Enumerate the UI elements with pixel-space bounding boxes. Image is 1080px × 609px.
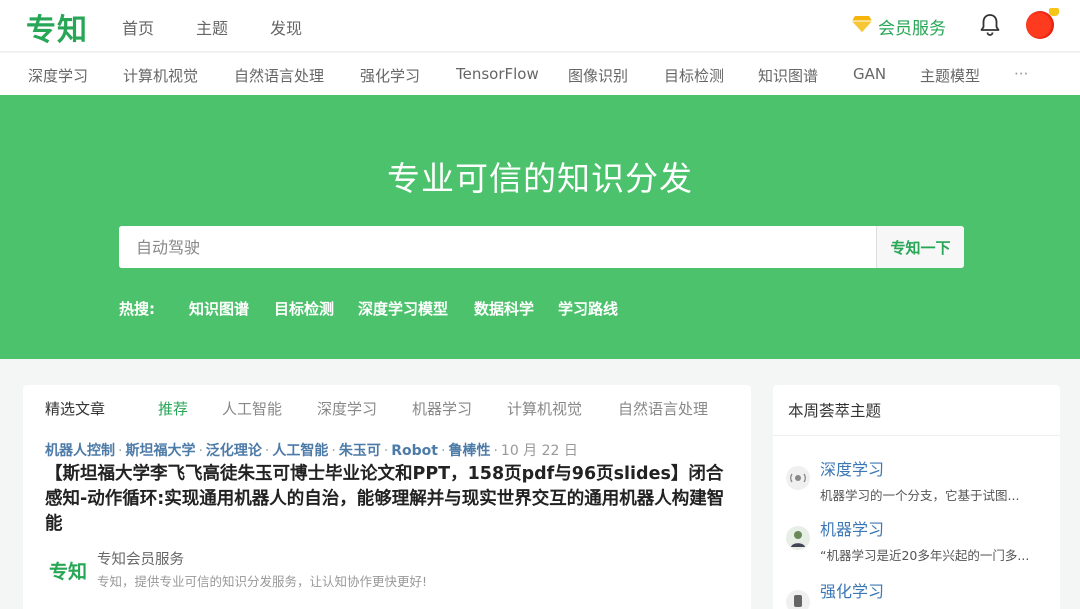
article-tag[interactable]: 泛化理论 (206, 443, 262, 459)
article-tag[interactable]: 朱玉可 (339, 443, 381, 459)
search-button[interactable]: 专知一下 (876, 226, 964, 268)
article-tag[interactable]: 人工智能 (272, 443, 328, 459)
vip-service-label: 会员服务 (878, 19, 946, 39)
topic-ml-icon (786, 526, 810, 550)
tag-separator: · (331, 443, 336, 459)
hero-banner: 专业可信的知识分发 专知一下 热搜: 知识图谱 目标检测 深度学习模型 数据科学… (0, 95, 1080, 359)
article-tag[interactable]: 鲁棒性 (448, 443, 490, 459)
tag-separator: · (118, 443, 123, 459)
nav-home[interactable]: 首页 (122, 15, 154, 39)
promo-logo: 专知 (49, 561, 88, 583)
top-header: 专知 首页 主题 发现 会员服务 (0, 0, 1080, 52)
tag-separator: · (493, 443, 498, 459)
side-topic-item[interactable]: 机器学习 “机器学习是近20多年兴起的一门多... (773, 513, 1060, 567)
side-topic-name: 深度学习 (820, 460, 885, 479)
hot-search-item[interactable]: 学习路线 (558, 298, 618, 319)
topic-item[interactable]: GAN (853, 65, 886, 83)
side-panel-header: 本周荟萃主题 (773, 385, 1060, 436)
hot-search-label: 热搜: (119, 300, 155, 318)
side-topic-desc: 机器学习的一个分支，它基于试图... (820, 488, 1020, 503)
promo-description: 专知，提供专业可信的知识分发服务，让认知协作更快更好! (97, 574, 428, 589)
featured-articles-panel: 精选文章 推荐 人工智能 深度学习 机器学习 计算机视觉 自然语言处理 机器人控… (23, 385, 751, 609)
weekly-topics-panel: 本周荟萃主题 深度学习 机器学习的一个分支，它基于试图... 机器学习 “机器学… (773, 385, 1060, 609)
tab-ai[interactable]: 人工智能 (222, 398, 282, 419)
site-logo[interactable]: 专知 (26, 5, 88, 49)
article-tag[interactable]: 机器人控制 (45, 443, 115, 459)
topic-bar: 深度学习 计算机视觉 自然语言处理 强化学习 TensorFlow 图像识别 目… (0, 53, 1080, 95)
tab-recommend[interactable]: 推荐 (158, 398, 188, 419)
topic-dl-icon (786, 466, 810, 490)
hero-title: 专业可信的知识分发 (387, 159, 693, 198)
article-tabs: 精选文章 推荐 人工智能 深度学习 机器学习 计算机视觉 自然语言处理 (23, 385, 751, 431)
article-tag[interactable]: Robot (391, 443, 438, 459)
vip-service-link[interactable]: 会员服务 (852, 14, 946, 39)
section-label: 精选文章 (45, 400, 106, 418)
hot-search-item[interactable]: 知识图谱 (189, 298, 249, 319)
diamond-icon (852, 15, 872, 38)
article-tag[interactable]: 斯坦福大学 (125, 443, 195, 459)
topic-item[interactable]: 知识图谱 (758, 65, 818, 86)
tab-machine-learning[interactable]: 机器学习 (412, 398, 472, 419)
side-topic-desc: “机器学习是近20多年兴起的一门多... (820, 548, 1030, 563)
topic-item[interactable]: TensorFlow (456, 65, 539, 83)
topic-item[interactable]: 计算机视觉 (123, 65, 198, 86)
tag-separator: · (441, 443, 446, 459)
topic-item[interactable]: 目标检测 (664, 65, 724, 86)
search-box: 专知一下 (119, 226, 964, 268)
nav-topics[interactable]: 主题 (196, 15, 228, 39)
nav-discover[interactable]: 发现 (270, 15, 302, 39)
tag-separator: · (264, 443, 270, 459)
topic-item[interactable]: 强化学习 (360, 65, 420, 86)
search-input[interactable] (119, 226, 876, 268)
avatar[interactable] (1026, 8, 1059, 39)
tab-computer-vision[interactable]: 计算机视觉 (507, 398, 582, 419)
tab-deep-learning[interactable]: 深度学习 (317, 398, 377, 419)
side-topic-name: 机器学习 (820, 520, 885, 539)
tab-nlp[interactable]: 自然语言处理 (618, 398, 708, 419)
article-title[interactable]: 【斯坦福大学李飞飞高徒朱玉可博士毕业论文和PPT，158页pdf与96页slid… (45, 462, 735, 537)
side-topic-name: 强化学习 (820, 582, 885, 601)
hot-search-item[interactable]: 数据科学 (474, 298, 534, 319)
bell-icon[interactable] (978, 12, 1002, 38)
topic-item[interactable]: 主题模型 (920, 65, 980, 86)
tag-separator: · (383, 443, 389, 459)
hot-search-item[interactable]: 深度学习模型 (358, 298, 448, 319)
topic-rl-icon (786, 590, 810, 609)
article-tags: 机器人控制 · 斯坦福大学 · 泛化理论 · 人工智能 · 朱玉可 · Robot · 鲁棒性 · 10 月… (45, 440, 578, 460)
promo-title[interactable]: 专知会员服务 (97, 548, 184, 569)
more-topics-button[interactable]: ··· (1014, 65, 1028, 83)
topic-item[interactable]: 自然语言处理 (234, 65, 324, 86)
side-topic-item[interactable]: 强化学习 (773, 575, 1060, 609)
side-panel-title: 本周荟萃主题 (788, 402, 882, 420)
side-topic-item[interactable]: 深度学习 机器学习的一个分支，它基于试图... (773, 453, 1060, 507)
hot-search-item[interactable]: 目标检测 (274, 298, 334, 319)
topic-item[interactable]: 深度学习 (28, 65, 88, 86)
topic-item[interactable]: 图像识别 (568, 65, 628, 86)
tag-separator: · (198, 443, 203, 459)
article-date: 10 月 22 日 (500, 443, 578, 459)
